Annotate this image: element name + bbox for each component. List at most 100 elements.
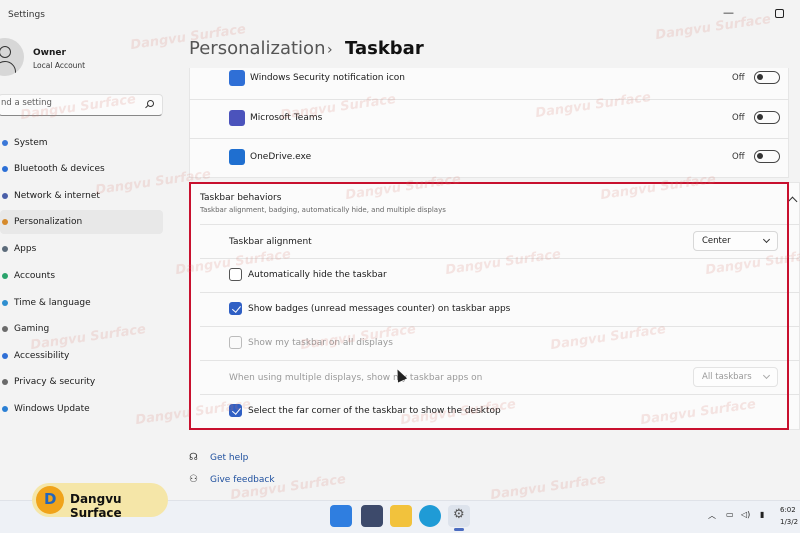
give-feedback-label: Give feedback <box>210 475 275 485</box>
sidebar-item-label: Accessibility <box>14 351 70 361</box>
battery-icon[interactable]: ▮ <box>760 510 764 519</box>
windows-start-icon[interactable] <box>330 505 352 527</box>
sidebar-item-bluetooth[interactable]: Bluetooth & devices <box>0 157 163 181</box>
sidebar-item-label: Bluetooth & devices <box>14 164 105 174</box>
breadcrumb-parent[interactable]: Personalization <box>189 38 325 59</box>
wifi-icon <box>2 193 8 199</box>
edge-icon[interactable] <box>419 505 441 527</box>
sidebar-item-label: Privacy & security <box>14 377 96 387</box>
get-help-link[interactable]: ☊ Get help <box>189 452 248 463</box>
toggle-state: Off <box>732 152 745 162</box>
multi-display-value: All taskbars <box>702 372 752 382</box>
divider <box>189 138 789 139</box>
accessibility-icon <box>2 353 8 359</box>
sidebar-item-label: System <box>14 138 48 148</box>
network-icon[interactable]: ▭ <box>726 510 734 519</box>
shield-icon <box>2 379 8 385</box>
sidebar-item-label: Windows Update <box>14 404 90 414</box>
toggle-state: Off <box>732 73 745 83</box>
auto-hide-checkbox[interactable] <box>229 268 242 281</box>
badges-label: Show badges (unread messages counter) on… <box>248 304 511 314</box>
sidebar-item-label: Network & internet <box>14 191 100 201</box>
sidebar-item-gaming[interactable]: Gaming <box>0 317 163 341</box>
sidebar-item-apps[interactable]: Apps <box>0 237 163 261</box>
accounts-icon <box>2 273 8 279</box>
settings-icon[interactable]: ⚙ <box>448 505 470 527</box>
alignment-dropdown[interactable]: Center <box>693 231 778 251</box>
chevron-down-icon <box>762 371 771 380</box>
teams-toggle[interactable] <box>754 111 780 124</box>
tray-app-label: Microsoft Teams <box>250 113 323 123</box>
volume-icon[interactable]: ◁) <box>741 510 750 519</box>
sidebar-item-label: Gaming <box>14 324 50 334</box>
far-corner-label: Select the far corner of the taskbar to … <box>248 406 501 416</box>
page-title: Taskbar <box>345 38 424 59</box>
divider <box>200 326 800 327</box>
update-icon <box>2 406 8 412</box>
avatar[interactable] <box>0 38 24 76</box>
divider <box>200 292 800 293</box>
store-icon[interactable] <box>361 505 383 527</box>
sidebar-item-personalization[interactable]: Personalization <box>0 210 163 234</box>
clock-time[interactable]: 6:02 <box>780 506 796 514</box>
teams-icon <box>229 110 245 126</box>
search-box[interactable] <box>0 94 163 116</box>
get-help-label: Get help <box>210 453 249 463</box>
chevron-down-icon <box>762 235 771 244</box>
section-title[interactable]: Taskbar behaviors <box>200 193 281 203</box>
sidebar-item-accessibility[interactable]: Accessibility <box>0 344 163 368</box>
all-displays-label: Show my taskbar on all displays <box>248 338 393 348</box>
apps-icon <box>2 246 8 252</box>
divider <box>189 99 789 100</box>
divider <box>200 360 800 361</box>
minimize-icon[interactable]: — <box>723 6 734 19</box>
chevron-up-icon[interactable]: ︿ <box>708 510 716 521</box>
breadcrumb-separator: › <box>327 42 333 58</box>
tray-app-label: OneDrive.exe <box>250 152 312 162</box>
divider <box>200 224 800 225</box>
divider <box>200 394 800 395</box>
watermark: Dangvu Surface <box>489 471 607 504</box>
alignment-label: Taskbar alignment <box>229 237 312 247</box>
maximize-icon[interactable] <box>775 9 784 18</box>
help-icon: ☊ <box>189 452 198 463</box>
badges-checkbox[interactable] <box>229 302 242 315</box>
onedrive-icon <box>229 149 245 165</box>
brush-icon <box>2 219 8 225</box>
security-icon <box>229 70 245 86</box>
onedrive-toggle[interactable] <box>754 150 780 163</box>
window-title: Settings <box>8 10 45 20</box>
far-corner-checkbox[interactable] <box>229 404 242 417</box>
sidebar-item-time-language[interactable]: Time & language <box>0 291 163 315</box>
user-account-type: Local Account <box>33 61 86 70</box>
divider <box>200 258 800 259</box>
multi-display-label: When using multiple displays, show my ta… <box>229 373 483 383</box>
sidebar-item-label: Apps <box>14 244 37 254</box>
all-displays-checkbox[interactable] <box>229 336 242 349</box>
auto-hide-label: Automatically hide the taskbar <box>248 270 387 280</box>
watermark: Dangvu Surface <box>654 11 772 44</box>
multi-display-dropdown[interactable]: All taskbars <box>693 367 778 387</box>
sidebar-item-network[interactable]: Network & internet <box>0 184 163 208</box>
sidebar-item-label: Time & language <box>14 298 91 308</box>
sidebar-item-system[interactable]: System <box>0 131 163 155</box>
sidebar-item-label: Accounts <box>14 271 56 281</box>
security-icon-toggle[interactable] <box>754 71 780 84</box>
search-input[interactable] <box>1 98 141 108</box>
sidebar-item-accounts[interactable]: Accounts <box>0 264 163 288</box>
gamepad-icon <box>2 326 8 332</box>
toggle-state: Off <box>732 113 745 123</box>
section-subtitle: Taskbar alignment, badging, automaticall… <box>200 206 446 214</box>
globe-icon <box>2 300 8 306</box>
tray-app-label: Windows Security notification icon <box>250 73 405 83</box>
search-icon[interactable] <box>147 100 154 107</box>
give-feedback-link[interactable]: ⚇ Give feedback <box>189 474 275 485</box>
brand-logo-icon <box>36 486 64 514</box>
sidebar-item-privacy[interactable]: Privacy & security <box>0 370 163 394</box>
bluetooth-icon <box>2 166 8 172</box>
sidebar-item-windows-update[interactable]: Windows Update <box>0 397 163 421</box>
alignment-value: Center <box>702 236 731 246</box>
file-explorer-icon[interactable] <box>390 505 412 527</box>
brand-text: Dangvu Surface <box>70 492 122 520</box>
clock-date[interactable]: 1/3/2 <box>780 518 798 526</box>
